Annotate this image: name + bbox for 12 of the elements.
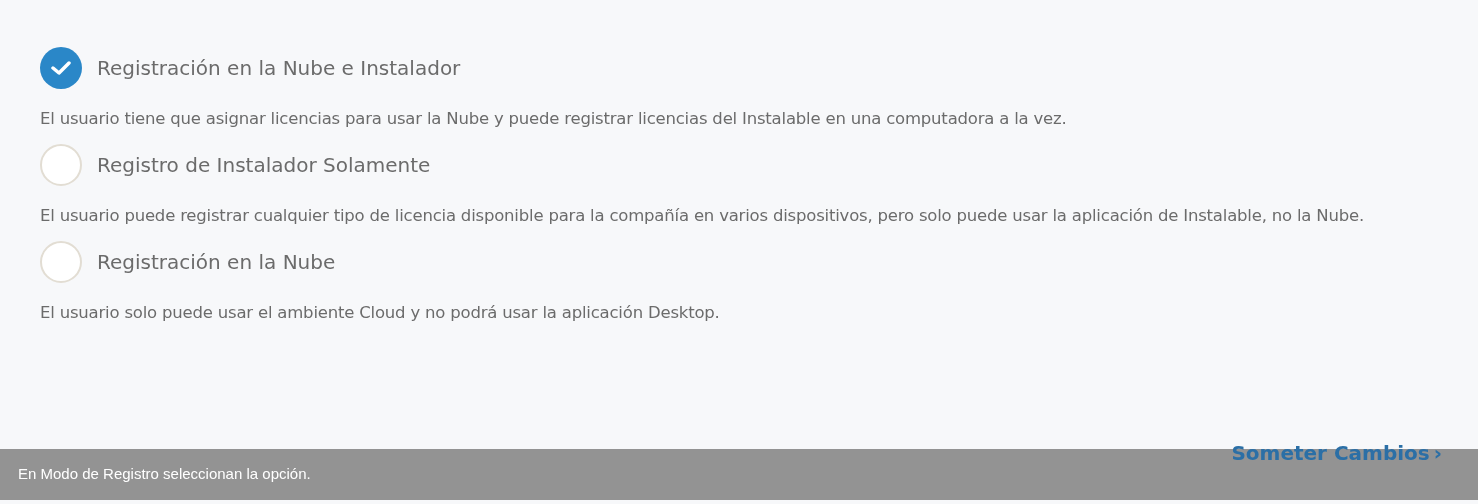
option-label: Registro de Instalador Solamente bbox=[97, 152, 431, 179]
option-description: El usuario puede registrar cualquier tipo de licencia disponible para la compañía en varios dispositivos, pero solo puede usar la aplicación de Instalable, no la Nube. bbox=[39, 205, 1365, 227]
submit-link[interactable]: Someter Cambios › bbox=[1231, 438, 1442, 468]
option-description: El usuario tiene que asignar licencias para usar la Nube y puede registrar licencias del Instalable en una computadora a la vez. bbox=[39, 108, 1068, 130]
option-description: El usuario solo puede usar el ambiente Cloud y no podrá usar la aplicación Desktop. bbox=[39, 302, 721, 324]
radio-button[interactable] bbox=[40, 241, 82, 283]
option-label: Registración en la Nube bbox=[97, 249, 336, 276]
radio-button[interactable] bbox=[40, 144, 82, 186]
caption-text: En Modo de Registro seleccionan la opción. bbox=[18, 464, 311, 485]
radio-button[interactable] bbox=[40, 47, 82, 89]
check-icon bbox=[51, 60, 71, 76]
option-label: Registración en la Nube e Instalador bbox=[97, 55, 461, 82]
